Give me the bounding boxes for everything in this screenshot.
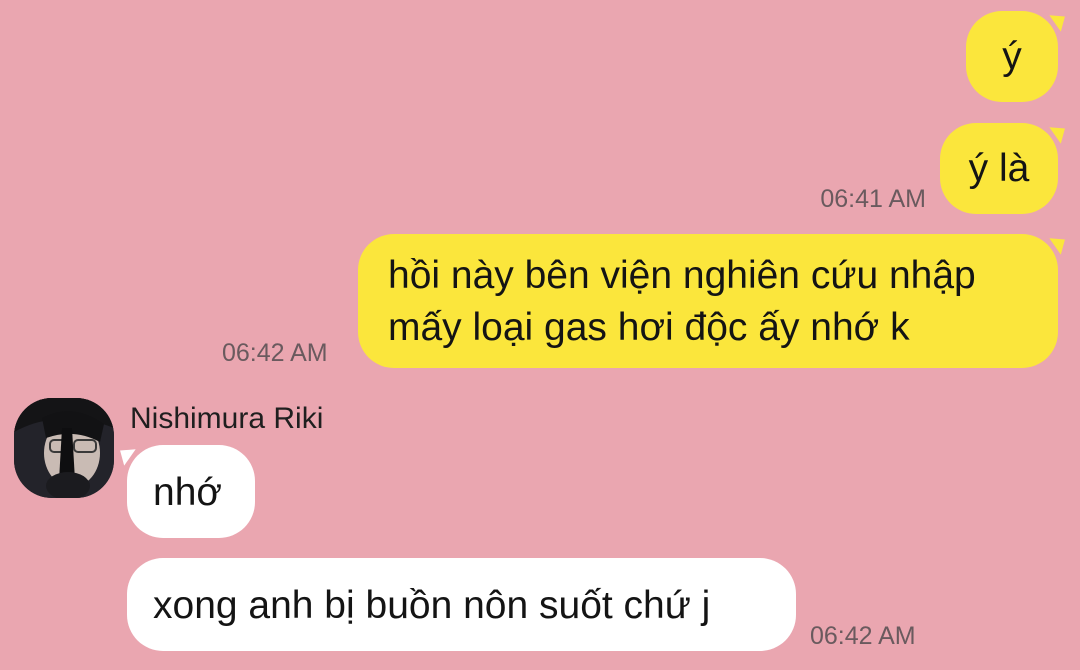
message-text: xong anh bị buồn nôn suốt chứ j: [153, 584, 711, 627]
contact-name: Nishimura Riki: [130, 402, 324, 435]
message-timestamp: 06:42 AM: [222, 339, 328, 367]
message-text-line: hồi này bên viện nghiên cứu nhập: [388, 254, 976, 297]
message-text: ý: [1002, 35, 1022, 78]
message-timestamp: 06:41 AM: [820, 185, 926, 213]
sent-message-bubble[interactable]: ý là: [940, 123, 1058, 214]
sent-message-bubble[interactable]: ý: [966, 11, 1058, 102]
received-message-bubble[interactable]: nhớ: [127, 445, 255, 538]
contact-avatar[interactable]: [14, 398, 114, 498]
received-message-bubble[interactable]: xong anh bị buồn nôn suốt chứ j: [127, 558, 796, 651]
sent-message-bubble[interactable]: hồi này bên viện nghiên cứu nhập mấy loạ…: [358, 234, 1058, 368]
message-timestamp: 06:42 AM: [810, 622, 916, 650]
message-text: ý là: [968, 147, 1030, 190]
message-text: nhớ: [153, 471, 222, 514]
avatar-photo: [14, 398, 114, 498]
message-text-line: mấy loại gas hơi độc ấy nhớ k: [388, 306, 910, 349]
